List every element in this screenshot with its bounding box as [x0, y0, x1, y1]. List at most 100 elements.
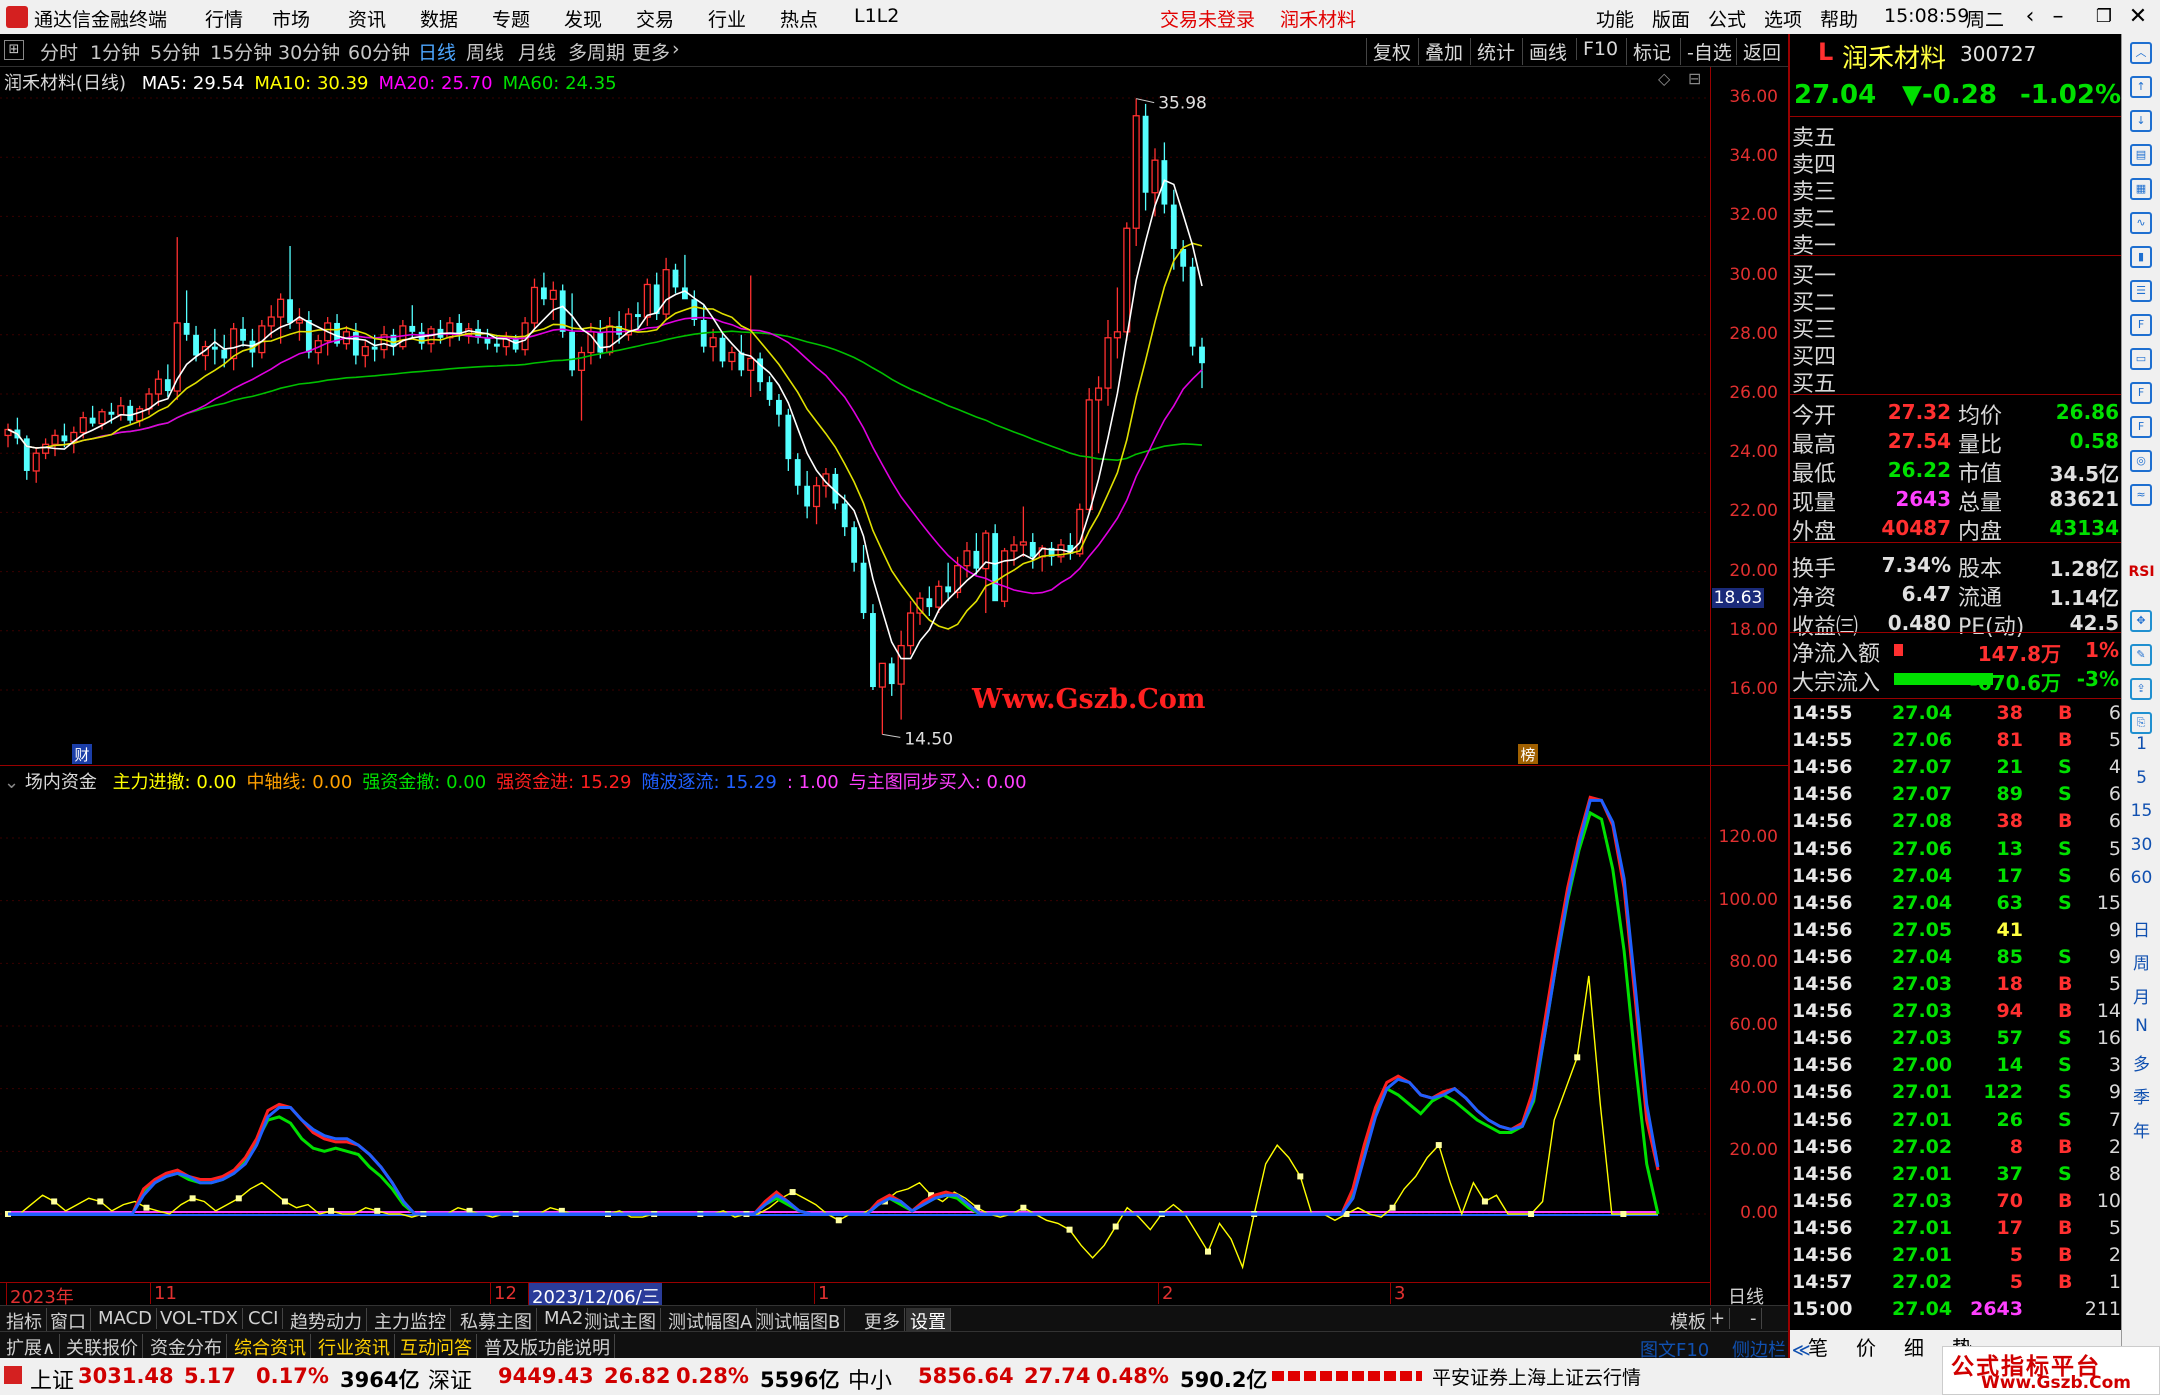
- wave-icon[interactable]: ≈: [2130, 484, 2152, 506]
- toolbar-button[interactable]: F10: [1576, 38, 1618, 60]
- menu-item[interactable]: 专题: [492, 5, 530, 32]
- list-icon[interactable]: ☰: [2130, 280, 2152, 302]
- f10-link[interactable]: 图文F10: [1640, 1336, 1709, 1362]
- period-shortcut[interactable]: 15: [2122, 801, 2160, 821]
- menu-item[interactable]: 市场: [272, 5, 310, 32]
- menu-item[interactable]: 行业: [708, 5, 746, 32]
- menu-item[interactable]: L1L2: [854, 5, 899, 27]
- stat-value: 7.34%: [1881, 553, 1951, 577]
- finance-marker[interactable]: 财: [72, 744, 92, 764]
- restore-icon[interactable]: ❐: [2088, 3, 2120, 31]
- period-tab[interactable]: 日线: [418, 38, 456, 65]
- menu-item-right[interactable]: 功能: [1596, 5, 1634, 32]
- period-tab[interactable]: 月线: [518, 38, 556, 65]
- detail-tab[interactable]: 细: [1904, 1332, 1924, 1361]
- settings-icon[interactable]: ◎: [2130, 450, 2152, 472]
- info-tab[interactable]: 扩展∧: [2, 1334, 61, 1360]
- indicator-tab[interactable]: VOL-TDX: [156, 1308, 243, 1329]
- sidebar-toggle[interactable]: 侧边栏 ≪: [1732, 1336, 1811, 1362]
- info-tab[interactable]: 关联报价: [62, 1334, 143, 1360]
- menu-item-right[interactable]: 版面: [1652, 5, 1690, 32]
- period-shortcut[interactable]: 5: [2122, 768, 2160, 788]
- period-shortcut[interactable]: 30: [2122, 835, 2160, 855]
- index-name[interactable]: 上证: [30, 1363, 74, 1395]
- period-shortcut[interactable]: 1: [2122, 734, 2160, 754]
- period-tab[interactable]: 5分钟: [150, 38, 200, 65]
- toolbar-button[interactable]: -自选: [1680, 38, 1732, 65]
- arrow-down-icon[interactable]: ↓: [2130, 110, 2152, 132]
- close-icon[interactable]: ✕: [2122, 3, 2154, 31]
- period-tab[interactable]: 分时: [40, 38, 78, 65]
- menu-item-right[interactable]: 选项: [1764, 5, 1802, 32]
- minimize-icon[interactable]: –: [2042, 3, 2074, 31]
- chevron-up-icon[interactable]: ︿: [2130, 42, 2152, 64]
- share-icon[interactable]: ⇪: [2130, 678, 2152, 700]
- template-button[interactable]: -: [1746, 1308, 1762, 1329]
- detail-tab[interactable]: 笔: [1808, 1332, 1828, 1361]
- detail-tab[interactable]: 价: [1856, 1332, 1876, 1361]
- period-tab[interactable]: 15分钟: [210, 38, 272, 65]
- tick-count: 8: [2108, 1162, 2121, 1185]
- grid-icon[interactable]: ▦: [2130, 178, 2152, 200]
- fz-icon[interactable]: F: [2130, 416, 2152, 438]
- toolbar-button[interactable]: 标记: [1626, 38, 1671, 65]
- candlestick-chart[interactable]: 35.98 14.50: [0, 67, 1710, 765]
- menu-item[interactable]: 热点: [780, 5, 818, 32]
- period-shortcut[interactable]: 周: [2122, 949, 2160, 974]
- toolbar-button[interactable]: 复权: [1366, 38, 1411, 65]
- menu-item[interactable]: 发现: [564, 5, 602, 32]
- export-icon[interactable]: ⎘: [2130, 712, 2152, 734]
- chart-mode-icon[interactable]: ⊞: [4, 40, 24, 60]
- menu-item[interactable]: 资讯: [348, 5, 386, 32]
- info-tab[interactable]: 互动问答: [396, 1334, 477, 1360]
- period-shortcut[interactable]: 日: [2122, 916, 2160, 941]
- candle: [23, 435, 30, 480]
- info-tab[interactable]: 综合资讯: [230, 1334, 311, 1360]
- quote-icon[interactable]: ▤: [2130, 144, 2152, 166]
- index-name[interactable]: 深证: [428, 1363, 472, 1395]
- toolbar-button[interactable]: 叠加: [1418, 38, 1463, 65]
- arrow-up-icon[interactable]: ↑: [2130, 76, 2152, 98]
- period-shortcut[interactable]: 60: [2122, 868, 2160, 888]
- menu-item-right[interactable]: 帮助: [1820, 5, 1858, 32]
- period-tab[interactable]: 60分钟: [348, 38, 410, 65]
- move-icon[interactable]: ✥: [2130, 610, 2152, 632]
- stat-value: 2643: [1895, 487, 1951, 511]
- menu-item-right[interactable]: 公式: [1708, 5, 1746, 32]
- indicator-tab[interactable]: CCI: [244, 1308, 284, 1329]
- pen-icon[interactable]: ✎: [2130, 644, 2152, 666]
- index-name[interactable]: 中小: [848, 1363, 892, 1395]
- toolbar-button[interactable]: 统计: [1470, 38, 1515, 65]
- period-shortcut[interactable]: 月: [2122, 983, 2160, 1008]
- indicator-tab[interactable]: MACD: [94, 1308, 157, 1329]
- period-shortcut[interactable]: 年: [2122, 1117, 2160, 1142]
- indicator-chart[interactable]: [0, 766, 1710, 1282]
- period-tab[interactable]: 多周期: [568, 38, 625, 65]
- menu-item[interactable]: 数据: [420, 5, 458, 32]
- chevron-right-icon[interactable]: ›: [672, 38, 680, 60]
- period-tab[interactable]: 1分钟: [90, 38, 140, 65]
- line-chart-icon[interactable]: ∿: [2130, 212, 2152, 234]
- template-button[interactable]: +: [1706, 1308, 1731, 1329]
- period-tab[interactable]: 周线: [466, 38, 504, 65]
- f-icon[interactable]: F: [2130, 382, 2152, 404]
- candle-icon[interactable]: ▮: [2130, 246, 2152, 268]
- doc-icon[interactable]: ▭: [2130, 348, 2152, 370]
- period-shortcut[interactable]: 季: [2122, 1083, 2160, 1108]
- candle: [1048, 542, 1055, 566]
- toolbar-button[interactable]: 返回: [1736, 38, 1781, 65]
- toolbar-button[interactable]: 画线: [1522, 38, 1567, 65]
- menu-item[interactable]: 行情: [205, 5, 243, 32]
- period-shortcut[interactable]: RSI: [2122, 564, 2160, 580]
- info-tab[interactable]: 资金分布: [146, 1334, 227, 1360]
- info-tab[interactable]: 普及版功能说明: [480, 1334, 615, 1360]
- period-tab[interactable]: 30分钟: [278, 38, 340, 65]
- info-tab[interactable]: 行业资讯: [314, 1334, 395, 1360]
- ranking-marker[interactable]: 榜: [1518, 744, 1538, 764]
- period-shortcut[interactable]: 多: [2122, 1050, 2160, 1075]
- menu-item[interactable]: 交易: [636, 5, 674, 32]
- period-shortcut[interactable]: N: [2122, 1016, 2160, 1036]
- f10-icon[interactable]: F: [2130, 314, 2152, 336]
- period-tab[interactable]: 更多: [632, 38, 670, 65]
- login-status[interactable]: 交易未登录: [1160, 5, 1255, 32]
